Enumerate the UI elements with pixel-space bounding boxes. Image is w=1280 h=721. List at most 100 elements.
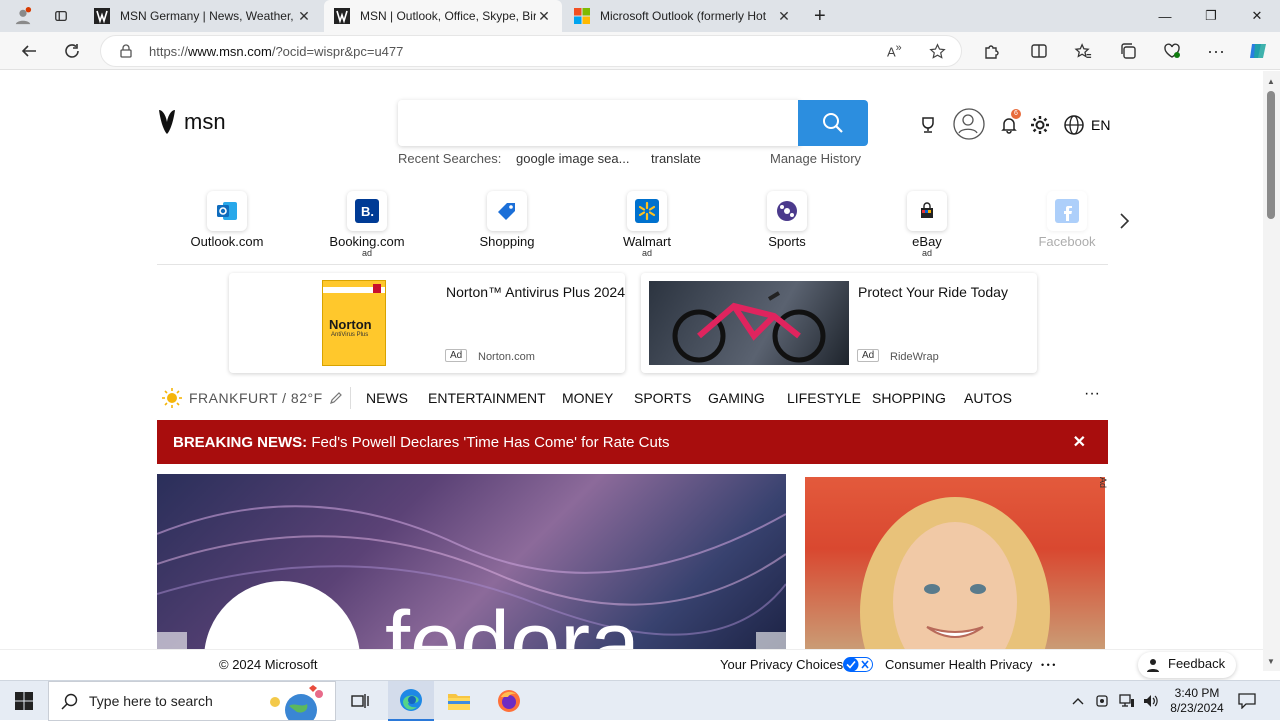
taskbar-search-input[interactable]: Type here to search [48, 681, 336, 721]
clock-date: 8/23/2024 [1170, 701, 1224, 715]
quicklink-shopping[interactable]: Shopping [457, 191, 557, 249]
feedback-button[interactable]: Feedback [1138, 652, 1236, 678]
extensions-button[interactable] [976, 36, 1006, 66]
nav-gaming[interactable]: GAMING [708, 390, 765, 406]
tab-outlook[interactable]: Microsoft Outlook (formerly Hot ✕ [564, 0, 802, 32]
scroll-down-icon[interactable]: ▼ [1267, 657, 1275, 666]
category-nav: FRANKFURT / 82°F NEWS ENTERTAINMENT MONE… [157, 385, 1108, 409]
scrollbar-thumb[interactable] [1267, 91, 1275, 219]
search-button[interactable] [798, 100, 868, 146]
page-footer: © 2024 Microsoft Your Privacy Choices Co… [0, 649, 1263, 680]
quicklink-outlook[interactable]: Outlook.com [177, 191, 277, 249]
minimize-button[interactable]: — [1142, 0, 1188, 32]
tab-strip: MSN Germany | News, Weather, ✕ MSN | Out… [0, 0, 1280, 32]
quicklinks-next-button[interactable] [1117, 211, 1131, 236]
quicklink-booking[interactable]: B. Booking.com ad [317, 191, 417, 258]
address-bar[interactable]: https://www.msn.com/?ocid=wispr&pc=u477 … [100, 35, 962, 67]
ad-card-ridewrap[interactable]: Protect Your Ride Today Ad RideWrap [641, 273, 1037, 373]
split-screen-button[interactable] [1024, 36, 1054, 66]
carousel-next-button[interactable] [756, 632, 786, 649]
quicklink-walmart[interactable]: Walmart ad [597, 191, 697, 258]
task-view-button[interactable] [340, 681, 380, 721]
refresh-button[interactable] [57, 36, 87, 66]
show-hidden-icons-button[interactable] [1068, 681, 1088, 721]
new-tab-button[interactable]: + [804, 0, 834, 32]
taskbar-file-explorer[interactable] [436, 681, 482, 721]
settings-more-button[interactable]: ··· [1201, 36, 1231, 66]
url-text: https://www.msn.com/?ocid=wispr&pc=u477 [149, 44, 403, 59]
tab-actions-button[interactable] [44, 0, 78, 32]
quicklink-label: Sports [768, 234, 806, 249]
weather-location[interactable]: FRANKFURT / 82°F [189, 390, 323, 406]
manage-history-link[interactable]: Manage History [770, 151, 861, 166]
start-button[interactable] [0, 681, 48, 721]
recent-search-item[interactable]: translate [651, 151, 701, 166]
heart-pulse-icon [1164, 43, 1180, 58]
tab-msn-germany[interactable]: MSN Germany | News, Weather, ✕ [84, 0, 322, 32]
copilot-button[interactable] [1243, 36, 1273, 66]
taskbar-firefox[interactable] [486, 681, 532, 721]
nav-shopping[interactable]: SHOPPING [872, 390, 946, 406]
taskbar-edge[interactable] [388, 681, 434, 721]
ad-card-norton[interactable]: Norton AntiVirus Plus Norton™ Antivirus … [229, 273, 625, 373]
favorite-star-icon[interactable] [929, 43, 946, 60]
pencil-icon[interactable] [329, 391, 343, 405]
close-window-button[interactable]: ✕ [1234, 0, 1280, 32]
account-button[interactable] [952, 107, 986, 141]
privacy-toggle-icon [843, 657, 873, 672]
msn-logo[interactable]: msn [156, 108, 226, 136]
ad-badge: Ad [857, 349, 880, 362]
breaking-news-banner[interactable]: BREAKING NEWS: Fed's Powell Declares 'Ti… [157, 420, 1108, 464]
settings-button[interactable] [1026, 111, 1054, 139]
nav-sports[interactable]: SPORTS [634, 390, 691, 406]
health-privacy-link[interactable]: Consumer Health Privacy [885, 657, 1032, 672]
nav-money[interactable]: MONEY [562, 390, 613, 406]
carousel-prev-button[interactable] [157, 632, 187, 649]
chat-bubble-icon [1238, 693, 1256, 709]
nav-lifestyle[interactable]: LIFESTYLE [787, 390, 861, 406]
edge-icon [400, 689, 422, 711]
device-tray-icon[interactable] [1092, 681, 1112, 721]
tab-close-button[interactable]: ✕ [296, 8, 312, 25]
nav-more-button[interactable]: ··· [1084, 385, 1100, 403]
nav-entertainment[interactable]: ENTERTAINMENT [428, 390, 546, 406]
collections-button[interactable] [1113, 36, 1143, 66]
read-aloud-icon[interactable]: A» [887, 42, 902, 59]
clock[interactable]: 3:40 PM 8/23/2024 [1164, 681, 1230, 721]
page-content: msn Recent Searches: google image sea...… [3, 71, 1263, 649]
back-button[interactable] [14, 36, 44, 66]
rewards-button[interactable] [914, 111, 942, 139]
breaking-close-button[interactable]: ✕ [1073, 432, 1086, 452]
norton-product-name: AntiVirus Plus [331, 332, 369, 338]
quicklink-facebook[interactable]: Facebook [1017, 191, 1117, 249]
scroll-up-icon[interactable]: ▲ [1267, 77, 1275, 86]
bicycle-icon [672, 291, 826, 363]
privacy-choices-link[interactable]: Your Privacy Choices [720, 657, 843, 672]
outlook-icon [217, 202, 237, 220]
network-tray-icon[interactable] [1116, 681, 1138, 721]
nav-news[interactable]: NEWS [366, 390, 408, 406]
profile-button[interactable] [4, 0, 42, 32]
recent-search-item[interactable]: google image sea... [516, 151, 629, 166]
notifications-button[interactable]: 6 [995, 109, 1023, 139]
nav-autos[interactable]: AUTOS [964, 390, 1012, 406]
notification-center-button[interactable] [1234, 681, 1260, 721]
hero-story-image[interactable]: fedora [157, 474, 786, 649]
volume-tray-icon[interactable] [1140, 681, 1162, 721]
restore-button[interactable]: ❐ [1188, 0, 1234, 32]
side-ad-image[interactable] [805, 477, 1105, 649]
browser-essentials-button[interactable] [1157, 36, 1187, 66]
quicklink-ebay[interactable]: eBay ad [877, 191, 977, 258]
page-scrollbar[interactable]: ▲ ▼ [1263, 71, 1280, 671]
language-button[interactable]: EN [1063, 111, 1123, 139]
tab-close-button[interactable]: ✕ [776, 8, 792, 25]
quicklink-label: Outlook.com [190, 234, 264, 249]
walmart-icon [635, 199, 659, 223]
network-icon [1119, 694, 1134, 707]
footer-more-button[interactable]: • • • [1041, 660, 1055, 670]
tab-close-button[interactable]: ✕ [536, 8, 552, 25]
quicklink-sports[interactable]: Sports [737, 191, 837, 249]
search-input[interactable] [398, 100, 800, 146]
tab-msn-outlook[interactable]: MSN | Outlook, Office, Skype, Bir ✕ [324, 0, 562, 32]
favorites-button[interactable] [1068, 36, 1098, 66]
